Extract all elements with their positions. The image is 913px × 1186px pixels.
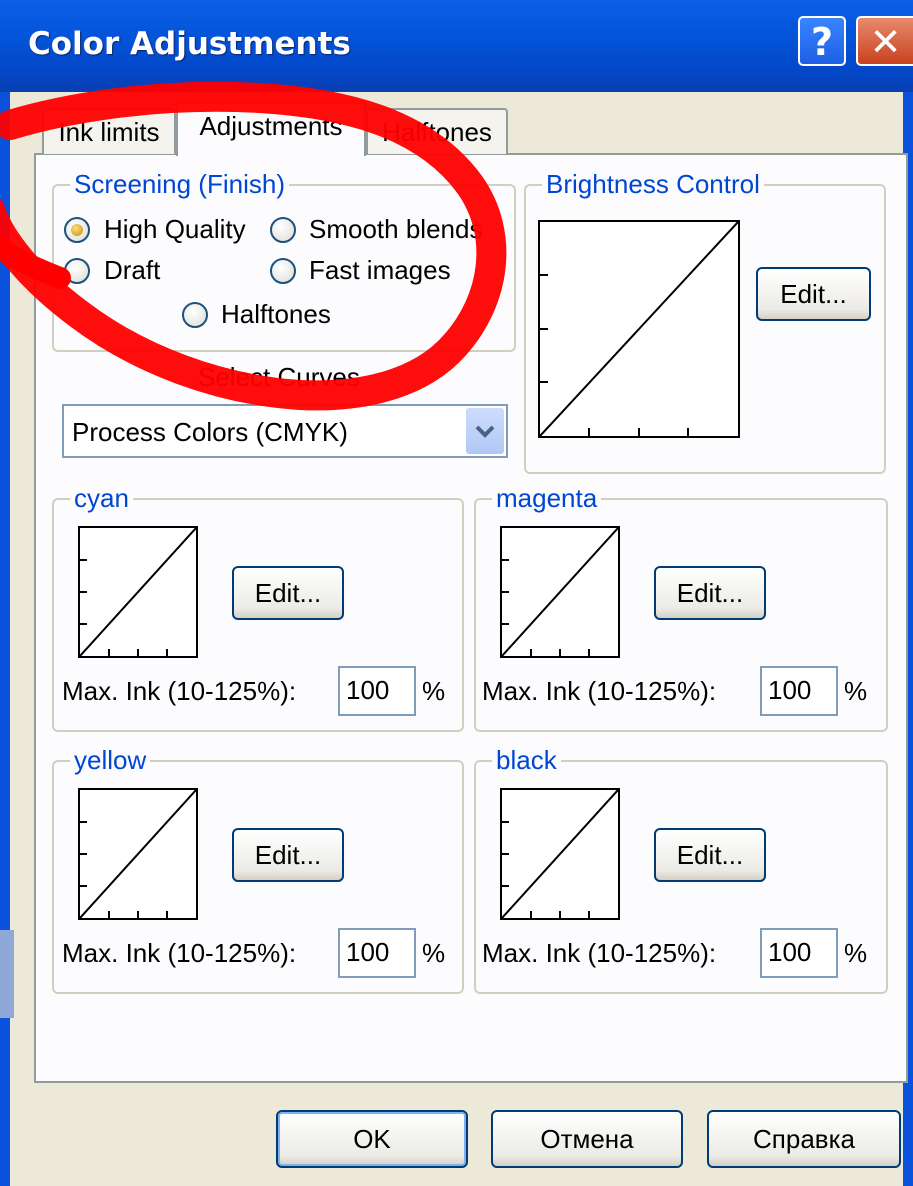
window-frame-left <box>0 92 10 1186</box>
cyan-legend: cyan <box>70 484 133 512</box>
select-curves-value: Process Colors (CMYK) <box>72 417 348 447</box>
radio-draft-label: Draft <box>104 255 161 285</box>
radio-fast-images[interactable] <box>270 258 296 284</box>
black-max-ink-field[interactable]: 100 <box>760 928 838 978</box>
radio-draft[interactable] <box>64 258 90 284</box>
yellow-max-ink-label: Max. Ink (10-125%): <box>62 938 297 968</box>
yellow-max-ink-field[interactable]: 100 <box>338 928 416 978</box>
radio-halftones[interactable] <box>182 302 208 328</box>
magenta-percent-unit: % <box>844 676 868 706</box>
screening-legend: Screening (Finish) <box>70 170 289 198</box>
black-max-ink-label: Max. Ink (10-125%): <box>482 938 717 968</box>
help-button[interactable]: Справка <box>707 1110 901 1168</box>
window-title: Color Adjustments <box>28 26 351 62</box>
cyan-edit-button[interactable]: Edit... <box>232 566 344 620</box>
radio-smooth-blends[interactable] <box>270 217 296 243</box>
black-percent-unit: % <box>844 938 868 968</box>
background-window-edge <box>0 930 14 1018</box>
radio-high-quality[interactable] <box>64 217 90 243</box>
cyan-curve <box>78 526 198 658</box>
magenta-legend: magenta <box>492 484 602 512</box>
yellow-legend: yellow <box>70 746 151 774</box>
magenta-curve <box>500 526 620 658</box>
black-legend: black <box>492 746 561 774</box>
black-edit-button[interactable]: Edit... <box>654 828 766 882</box>
black-curve <box>500 788 620 920</box>
yellow-curve <box>78 788 198 920</box>
cyan-max-ink-label: Max. Ink (10-125%): <box>62 676 297 706</box>
brightness-edit-button[interactable]: Edit... <box>756 267 871 321</box>
tab-ink-limits[interactable]: Ink limits <box>42 108 176 154</box>
select-curves-label: Select Curves <box>198 362 360 392</box>
cyan-max-ink-field[interactable]: 100 <box>338 666 416 716</box>
radio-halftones-label: Halftones <box>221 299 331 329</box>
brightness-curve <box>538 220 740 438</box>
cancel-button[interactable]: Отмена <box>491 1110 683 1168</box>
magenta-max-ink-field[interactable]: 100 <box>760 666 838 716</box>
radio-high-quality-label: High Quality <box>104 214 246 244</box>
magenta-edit-button[interactable]: Edit... <box>654 566 766 620</box>
brightness-legend: Brightness Control <box>542 170 764 198</box>
yellow-edit-button[interactable]: Edit... <box>232 828 344 882</box>
tab-halftones[interactable]: Halftones <box>366 108 508 154</box>
close-icon[interactable]: ✕ <box>856 16 913 66</box>
radio-fast-images-label: Fast images <box>309 255 451 285</box>
ok-button[interactable]: OK <box>276 1110 468 1168</box>
radio-smooth-blends-label: Smooth blends <box>309 214 483 244</box>
help-icon[interactable]: ? <box>798 16 846 66</box>
yellow-percent-unit: % <box>422 938 446 968</box>
cyan-percent-unit: % <box>422 676 446 706</box>
tab-adjustments[interactable]: Adjustments <box>176 100 366 156</box>
chevron-down-icon[interactable] <box>466 408 504 454</box>
magenta-max-ink-label: Max. Ink (10-125%): <box>482 676 717 706</box>
